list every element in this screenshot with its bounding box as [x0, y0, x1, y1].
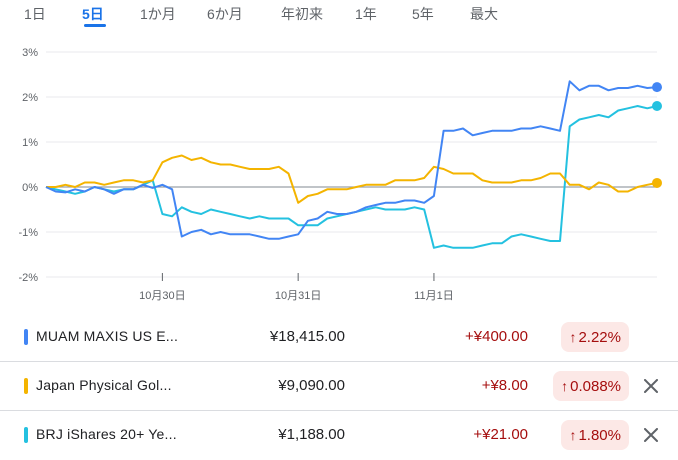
price-change: +¥8.00: [481, 377, 528, 394]
series-end-point: [652, 101, 662, 111]
security-price: ¥18,415.00: [269, 328, 345, 345]
price-change: +¥400.00: [465, 328, 528, 345]
tab-5y[interactable]: 5年: [412, 4, 434, 28]
x-tick-label: 10月30日: [139, 290, 185, 302]
y-tick-label: -1%: [18, 227, 38, 239]
time-range-tabs: 1日 5日 1か月 6か月 年初来 1年 5年 最大: [0, 0, 678, 34]
x-tick-label: 10月31日: [275, 290, 321, 302]
tab-1y[interactable]: 1年: [355, 4, 377, 28]
percent-change: 1.80%: [578, 426, 621, 444]
series-end-point: [652, 82, 662, 93]
arrow-up-icon: ↑: [561, 378, 569, 394]
comparison-list: MUAM MAXIS US E... ¥18,415.00 +¥400.00 ↑…: [0, 313, 678, 459]
y-tick-label: 1%: [22, 137, 38, 149]
y-tick-label: 2%: [22, 92, 38, 104]
arrow-up-icon: ↑: [569, 329, 577, 345]
series-color-indicator: [24, 378, 28, 394]
percent-change: 0.088%: [570, 377, 621, 395]
list-item[interactable]: Japan Physical Gol... ¥9,090.00 +¥8.00 ↑…: [0, 362, 678, 411]
remove-comparison-button[interactable]: [640, 424, 662, 446]
tab-max[interactable]: 最大: [470, 4, 498, 28]
price-change: +¥21.00: [473, 426, 528, 443]
list-item[interactable]: BRJ iShares 20+ Ye... ¥1,188.00 +¥21.00 …: [0, 411, 678, 459]
tab-1m[interactable]: 1か月: [140, 4, 176, 28]
series-color-indicator: [24, 427, 28, 443]
list-item[interactable]: MUAM MAXIS US E... ¥18,415.00 +¥400.00 ↑…: [0, 313, 678, 362]
security-price: ¥9,090.00: [278, 377, 345, 394]
y-tick-label: 3%: [22, 47, 38, 59]
comparison-line-chart[interactable]: 3% 2% 1% 0% -1% -2% 10月30日 10月31日 11月1日: [0, 34, 678, 309]
series-line: [45, 105, 658, 249]
series-color-indicator: [24, 329, 28, 345]
y-tick-label: 0%: [22, 182, 38, 194]
tab-1d[interactable]: 1日: [24, 4, 46, 28]
percent-change-badge: ↑ 1.80%: [561, 420, 629, 450]
close-icon: [644, 428, 658, 442]
security-name: MUAM MAXIS US E...: [36, 328, 179, 344]
tab-ytd[interactable]: 年初来: [281, 4, 323, 28]
percent-change: 2.22%: [578, 328, 621, 346]
security-name: Japan Physical Gol...: [36, 377, 172, 393]
percent-change-badge: ↑ 0.088%: [553, 371, 629, 401]
tab-6m[interactable]: 6か月: [207, 4, 243, 28]
y-tick-label: -2%: [18, 272, 38, 284]
series-end-point: [652, 177, 662, 188]
arrow-up-icon: ↑: [569, 427, 577, 443]
close-icon: [644, 379, 658, 393]
active-tab-indicator: [84, 24, 106, 27]
security-price: ¥1,188.00: [278, 426, 345, 443]
security-name: BRJ iShares 20+ Ye...: [36, 426, 177, 442]
percent-change-badge: ↑ 2.22%: [561, 322, 629, 352]
series-line: [45, 80, 658, 240]
x-tick-label: 11月1日: [414, 290, 454, 302]
series-line: [46, 154, 658, 204]
remove-comparison-button[interactable]: [640, 375, 662, 397]
